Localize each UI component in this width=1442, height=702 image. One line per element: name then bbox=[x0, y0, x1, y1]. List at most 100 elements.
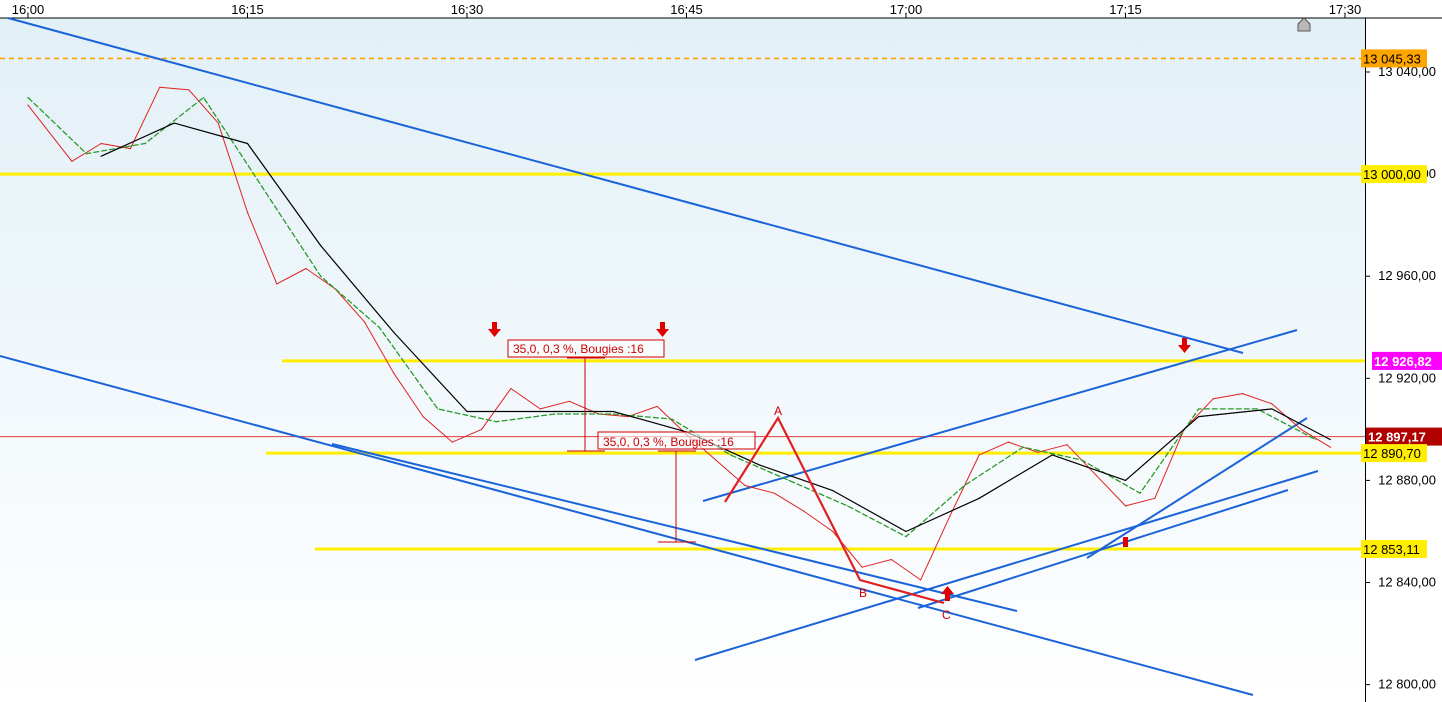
series-point bbox=[305, 267, 307, 270]
series-point bbox=[920, 579, 922, 581]
series-point bbox=[905, 535, 907, 538]
y-tick-label: 12 880,00 bbox=[1378, 472, 1436, 487]
series-point bbox=[71, 160, 73, 162]
series-point bbox=[100, 155, 102, 157]
price-level-tag-label: 12 853,11 bbox=[1363, 542, 1420, 557]
series-point bbox=[85, 153, 88, 155]
series-point bbox=[173, 122, 175, 124]
series-point bbox=[832, 490, 834, 492]
price-level-tag-label: 12 890,70 bbox=[1363, 446, 1421, 461]
series-point bbox=[1271, 408, 1273, 410]
series-point bbox=[861, 566, 863, 568]
series-point bbox=[729, 454, 732, 456]
series-point bbox=[188, 89, 190, 91]
series-point bbox=[1256, 408, 1258, 410]
series-point bbox=[159, 86, 161, 88]
series-point bbox=[1095, 474, 1097, 476]
series-point bbox=[451, 441, 453, 443]
series-point bbox=[612, 410, 614, 413]
x-tick-label: 17:00 bbox=[890, 2, 923, 17]
x-tick-label: 16:15 bbox=[231, 2, 264, 17]
y-tick-label: 12 920,00 bbox=[1378, 370, 1436, 385]
x-tick-label: 17:30 bbox=[1329, 2, 1362, 17]
series-point bbox=[890, 558, 892, 561]
series-point bbox=[963, 484, 966, 487]
series-point bbox=[1124, 505, 1127, 507]
series-point bbox=[759, 464, 761, 466]
x-tick-label: 16:45 bbox=[670, 2, 703, 17]
series-point bbox=[1051, 454, 1053, 456]
measure-2-text: 35,0, 0,3 %, Bougies :16 bbox=[603, 435, 734, 449]
series-point bbox=[539, 408, 541, 410]
series-point bbox=[1329, 438, 1331, 441]
series-point bbox=[539, 410, 541, 413]
series-point bbox=[320, 244, 322, 247]
series-point bbox=[276, 283, 278, 285]
series-point bbox=[905, 530, 907, 533]
y-tick-label: 12 840,00 bbox=[1378, 575, 1436, 590]
series-point bbox=[1081, 459, 1083, 461]
point-label-c: C bbox=[942, 608, 951, 622]
series-point bbox=[612, 413, 614, 415]
series-point bbox=[320, 275, 322, 277]
series-point bbox=[554, 413, 556, 415]
series-point bbox=[568, 400, 571, 402]
series-point bbox=[773, 492, 775, 494]
series-point bbox=[1124, 479, 1127, 481]
series-point bbox=[1271, 403, 1273, 405]
y-tick-label: 12 960,00 bbox=[1378, 268, 1436, 283]
series-point bbox=[1154, 497, 1156, 499]
buy-marker-icon bbox=[1123, 537, 1128, 547]
series-point bbox=[1329, 446, 1331, 448]
x-tick-label: 16:30 bbox=[451, 2, 484, 17]
series-point bbox=[378, 326, 380, 328]
series-point bbox=[788, 479, 790, 481]
series-point bbox=[246, 142, 249, 145]
series-point bbox=[1007, 441, 1010, 443]
price-level-tag-label: 13 000,00 bbox=[1363, 167, 1421, 182]
price-level-tag-label: 13 045,33 bbox=[1363, 51, 1421, 66]
series-point bbox=[671, 418, 673, 420]
x-tick-label: 17:15 bbox=[1109, 2, 1142, 17]
series-point bbox=[1198, 415, 1200, 418]
series-point bbox=[1198, 408, 1200, 410]
x-axis-ticks: 16:00 16:15 16:30 16:45 17:00 17:15 17:30 bbox=[12, 2, 1362, 18]
series-point bbox=[393, 372, 395, 374]
series-point bbox=[656, 405, 658, 407]
series-point bbox=[495, 421, 497, 423]
series-point bbox=[1022, 446, 1024, 448]
series-point bbox=[1212, 398, 1214, 400]
series-point bbox=[846, 505, 849, 507]
price-level-tag-label: 12 897,17 bbox=[1368, 430, 1426, 445]
series-point bbox=[949, 515, 951, 517]
series-point bbox=[832, 530, 834, 533]
series-point bbox=[466, 410, 468, 413]
series-point bbox=[27, 96, 29, 99]
series-point bbox=[437, 408, 439, 410]
price-chart: 16:00 16:15 16:30 16:45 17:00 17:15 17:30 13 0… bbox=[0, 2, 1442, 702]
series-point bbox=[422, 415, 424, 418]
series-point bbox=[1241, 393, 1244, 395]
series-point bbox=[481, 428, 483, 430]
x-tick-label: 16:00 bbox=[12, 2, 45, 17]
series-point bbox=[246, 211, 249, 213]
series-point bbox=[100, 142, 102, 145]
price-level-tag-label: 12 926,82 bbox=[1374, 354, 1432, 369]
series-point bbox=[393, 331, 395, 333]
series-point bbox=[802, 510, 805, 512]
series-point bbox=[1139, 492, 1141, 494]
measure-1-text: 35,0, 0,3 %, Bougies :16 bbox=[513, 342, 644, 356]
series-point bbox=[510, 387, 512, 390]
series-point bbox=[1037, 451, 1039, 453]
series-point bbox=[261, 186, 263, 188]
series-point bbox=[1315, 438, 1317, 441]
series-point bbox=[27, 104, 29, 106]
series-point bbox=[978, 454, 980, 456]
point-label-a: A bbox=[774, 404, 782, 418]
series-point bbox=[978, 497, 980, 499]
series-point bbox=[363, 321, 366, 323]
series-point bbox=[1066, 444, 1068, 446]
series-point bbox=[1300, 428, 1302, 430]
series-point bbox=[203, 96, 205, 99]
series-point bbox=[715, 459, 717, 461]
